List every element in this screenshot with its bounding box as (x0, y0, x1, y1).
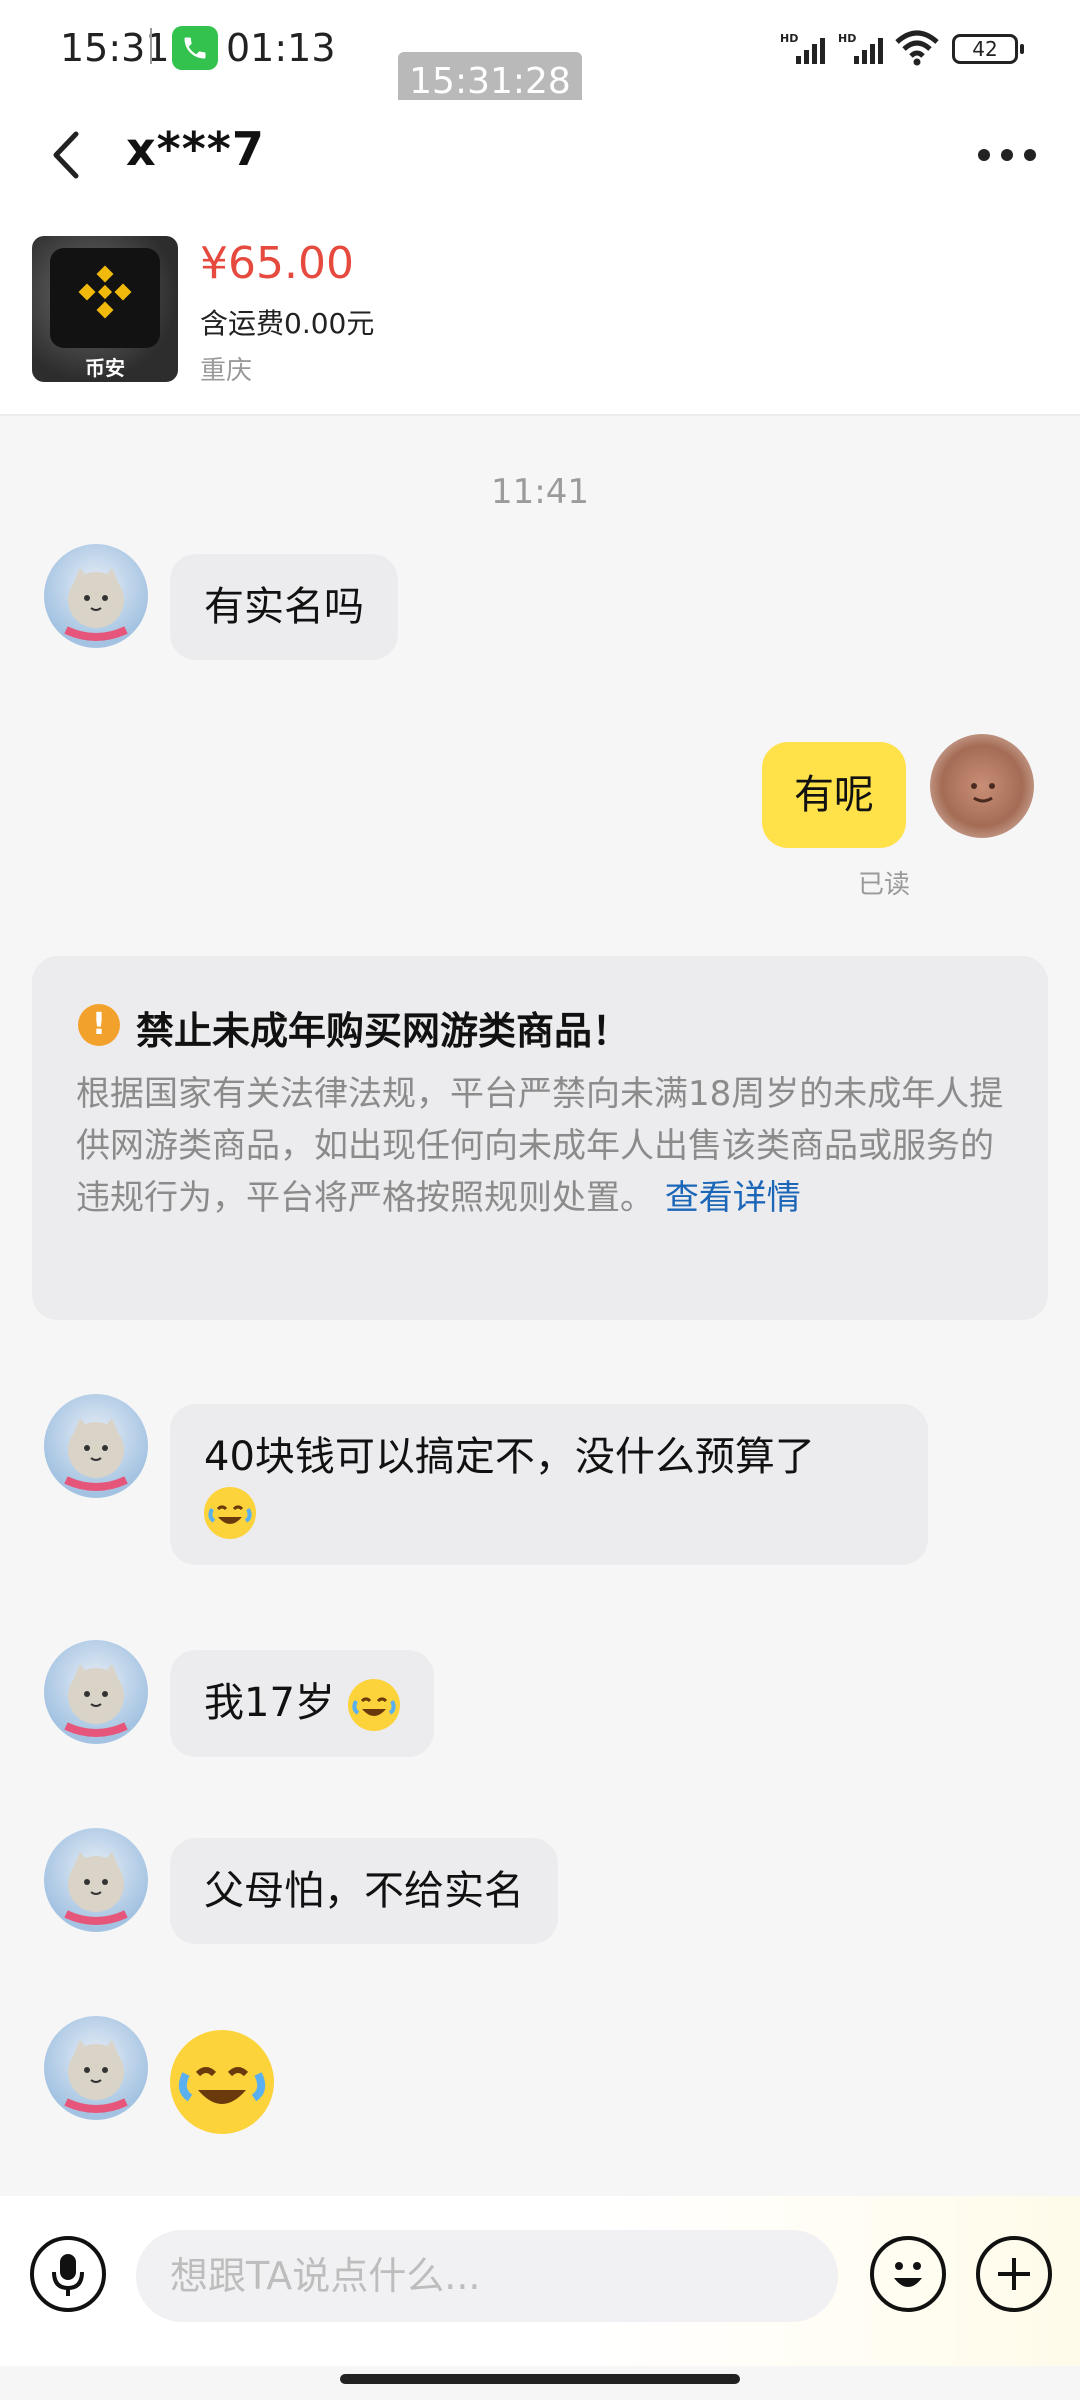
view-details-link[interactable]: 查看详情 (665, 1178, 801, 1218)
contact-avatar[interactable] (44, 1828, 148, 1932)
message-bubble[interactable]: 父母怕，不给实名 (170, 1838, 558, 1944)
contact-avatar[interactable] (44, 544, 148, 648)
contact-avatar[interactable] (44, 2016, 148, 2120)
home-indicator[interactable] (340, 2374, 740, 2384)
crying-laughing-emoji[interactable] (170, 2030, 274, 2134)
emoji-button[interactable] (870, 2236, 946, 2312)
hd-signal-icon: HD (838, 32, 883, 64)
more-button[interactable] (972, 130, 1042, 180)
shipping-fee: 含运费0.00元 (200, 307, 375, 340)
binance-logo-icon (50, 248, 160, 348)
product-image[interactable]: 币安 (32, 236, 178, 382)
message-text: 有呢 (794, 772, 874, 818)
back-button[interactable] (40, 120, 100, 190)
minor-purchase-warning: ! 禁止未成年购买网游类商品！ 根据国家有关法律法规，平台严禁向未满18周岁的未… (32, 956, 1048, 1320)
message-text: 40块钱可以搞定不，没什么预算了 (204, 1434, 815, 1480)
message-bubble[interactable]: 有实名吗 (170, 554, 398, 660)
crying-laughing-emoji (347, 1679, 400, 1731)
more-actions-button[interactable] (976, 2236, 1052, 2312)
call-duration: 01:13 (226, 26, 336, 70)
hd-signal-icon: HD (780, 32, 825, 64)
chat-header: x***7 (0, 100, 1080, 210)
message-text: 有实名吗 (204, 584, 364, 630)
message-text: 父母怕，不给实名 (204, 1868, 524, 1914)
call-icon[interactable] (172, 26, 218, 70)
svg-text:HD: HD (838, 32, 856, 45)
warning-icon: ! (78, 1004, 120, 1046)
my-avatar[interactable] (930, 734, 1034, 838)
more-dots-icon (978, 149, 1036, 161)
seller-location: 重庆 (200, 356, 253, 386)
contact-avatar[interactable] (44, 1640, 148, 1744)
voice-input-button[interactable] (30, 2236, 106, 2312)
crying-laughing-emoji (204, 1487, 256, 1539)
message-input[interactable] (136, 2230, 838, 2322)
wifi-icon (895, 30, 939, 66)
warning-body: 根据国家有关法律法规，平台严禁向未满18周岁的未成年人提供网游类商品，如出现任何… (76, 1068, 1016, 1224)
message-text: 我17岁 (204, 1680, 335, 1726)
product-image-label: 币安 (85, 356, 125, 380)
status-divider (150, 28, 152, 64)
contact-avatar[interactable] (44, 1394, 148, 1498)
chat-timestamp: 11:41 (491, 472, 589, 512)
emoji-icon (894, 2262, 922, 2287)
svg-text:HD: HD (780, 32, 798, 45)
warning-title: 禁止未成年购买网游类商品！ (136, 1009, 631, 1053)
status-bar: 15:31 01:13 15:31:28 HD HD 42 (0, 0, 1080, 112)
battery-icon: 42 (952, 34, 1024, 64)
status-time: 15:31 (60, 26, 170, 70)
product-card[interactable]: 币安 ¥65.00 含运费0.00元 重庆 (0, 210, 1080, 416)
back-arrow-icon (53, 131, 79, 179)
chat-screen: 15:31 01:13 15:31:28 HD HD 42 x***7 币安 ¥… (0, 0, 1080, 2400)
message-input-bar (0, 2196, 1080, 2366)
product-price: ¥65.00 (200, 238, 354, 289)
read-receipt: 已读 (858, 870, 911, 900)
plus-icon (998, 2258, 1030, 2290)
warning-text: 根据国家有关法律法规，平台严禁向未满18周岁的未成年人提供网游类商品，如出现任何… (76, 1074, 1004, 1218)
message-bubble[interactable]: 我17岁 (170, 1650, 434, 1757)
contact-name: x***7 (126, 122, 265, 176)
message-bubble[interactable]: 40块钱可以搞定不，没什么预算了 (170, 1404, 928, 1565)
my-message-bubble[interactable]: 有呢 (762, 742, 906, 848)
microphone-icon (52, 2254, 84, 2296)
